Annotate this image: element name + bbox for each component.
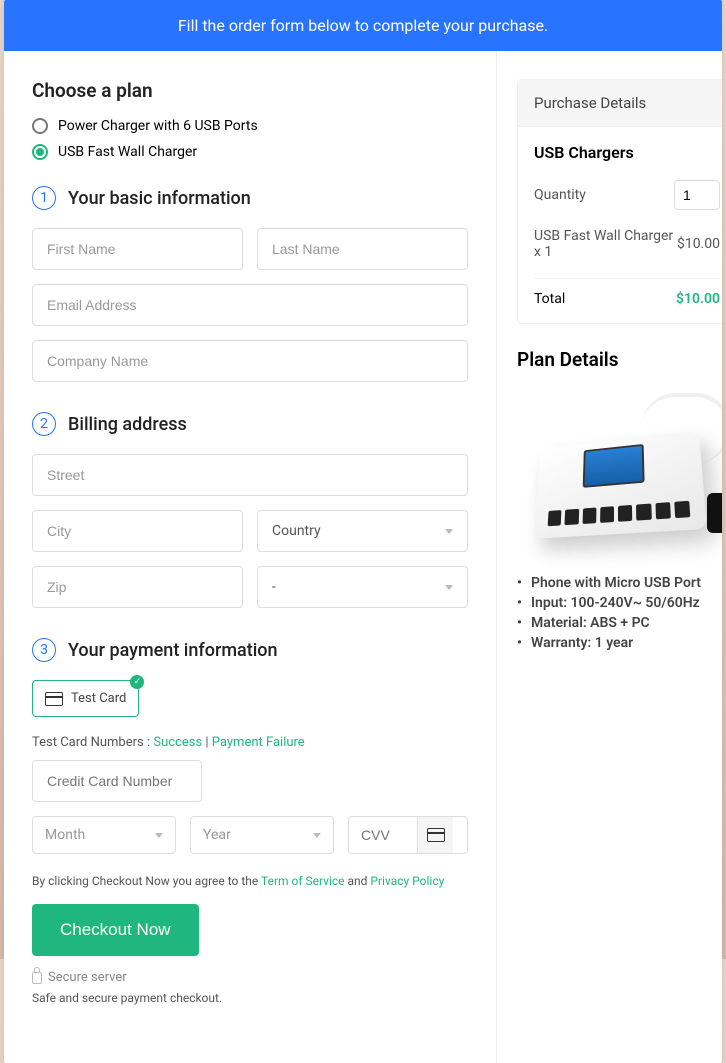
test-card-label: Test Card xyxy=(71,691,126,706)
card-back-icon xyxy=(417,817,453,853)
step-3-title: Your payment information xyxy=(68,640,278,661)
purchase-details-heading: Purchase Details xyxy=(518,80,722,127)
last-name-input[interactable] xyxy=(257,228,468,270)
plan-heading: Choose a plan xyxy=(32,79,468,102)
step-3-number: 3 xyxy=(32,638,56,662)
email-input[interactable] xyxy=(32,284,468,326)
failure-link[interactable]: Payment Failure xyxy=(212,735,305,750)
agree-text: By clicking Checkout Now you agree to th… xyxy=(32,874,468,888)
step-2-number: 2 xyxy=(32,412,56,436)
feature-item: Phone with Micro USB Port xyxy=(531,575,722,591)
first-name-input[interactable] xyxy=(32,228,243,270)
plan-option-label: Power Charger with 6 USB Ports xyxy=(58,118,258,134)
plan-radio-group: Power Charger with 6 USB Ports USB Fast … xyxy=(32,118,468,160)
safe-text: Safe and secure payment checkout. xyxy=(32,991,468,1005)
line-item-price: $10.00 xyxy=(677,236,720,252)
sidebar: Purchase Details USB Chargers Quantity U… xyxy=(497,51,722,1063)
company-input[interactable] xyxy=(32,340,468,382)
step-1-title: Your basic information xyxy=(68,188,251,209)
plan-details-heading: Plan Details xyxy=(517,348,722,371)
city-input[interactable] xyxy=(32,510,243,552)
total-value: $10.00 xyxy=(676,291,720,307)
country-select[interactable]: Country xyxy=(257,510,468,552)
radio-icon xyxy=(32,144,48,160)
chevron-down-icon xyxy=(445,529,453,534)
test-card-box[interactable]: Test Card xyxy=(32,680,139,717)
total-label: Total xyxy=(534,291,565,307)
card-icon xyxy=(45,692,63,706)
product-image xyxy=(517,385,722,565)
feature-item: Warranty: 1 year xyxy=(531,635,722,651)
step-2-title: Billing address xyxy=(68,414,187,435)
line-item-label: USB Fast Wall Charger x 1 xyxy=(534,228,674,260)
radio-icon xyxy=(32,118,48,134)
main-form: Choose a plan Power Charger with 6 USB P… xyxy=(4,51,497,1063)
plan-option-0[interactable]: Power Charger with 6 USB Ports xyxy=(32,118,468,134)
test-card-numbers: Test Card Numbers : Success | Payment Fa… xyxy=(32,735,468,750)
chevron-down-icon xyxy=(313,833,321,838)
plan-option-1[interactable]: USB Fast Wall Charger xyxy=(32,144,468,160)
year-select[interactable]: Year xyxy=(190,816,334,854)
state-select[interactable]: - xyxy=(257,566,468,608)
banner: Fill the order form below to complete yo… xyxy=(4,0,722,51)
step-1-number: 1 xyxy=(32,186,56,210)
purchase-product-title: USB Chargers xyxy=(534,143,720,162)
secure-server: Secure server xyxy=(32,970,468,985)
street-input[interactable] xyxy=(32,454,468,496)
feature-item: Material: ABS + PC xyxy=(531,615,722,631)
qty-input[interactable] xyxy=(674,180,720,210)
cc-number-input[interactable] xyxy=(32,760,202,802)
cvv-input[interactable] xyxy=(349,817,417,853)
privacy-link[interactable]: Privacy Policy xyxy=(370,874,444,888)
checkout-button[interactable]: Checkout Now xyxy=(32,904,199,956)
purchase-details-box: Purchase Details USB Chargers Quantity U… xyxy=(517,79,722,324)
zip-input[interactable] xyxy=(32,566,243,608)
qty-label: Quantity xyxy=(534,187,586,203)
check-icon xyxy=(130,675,144,689)
plan-option-label: USB Fast Wall Charger xyxy=(58,144,197,160)
feature-list: Phone with Micro USB Port Input: 100-240… xyxy=(517,575,722,651)
success-link[interactable]: Success xyxy=(153,735,202,750)
chevron-down-icon xyxy=(155,833,163,838)
feature-item: Input: 100-240V~ 50/60Hz xyxy=(531,595,722,611)
lock-icon xyxy=(32,972,42,984)
month-select[interactable]: Month xyxy=(32,816,176,854)
tos-link[interactable]: Term of Service xyxy=(261,874,345,888)
chevron-down-icon xyxy=(445,585,453,590)
